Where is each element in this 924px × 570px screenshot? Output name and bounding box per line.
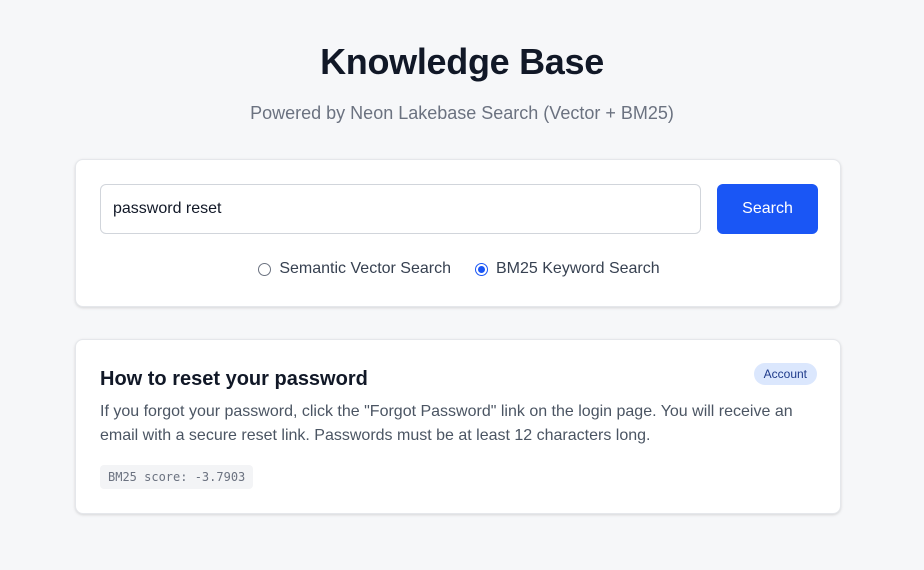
score-chip: BM25 score: -3.7903 — [100, 465, 254, 489]
result-card: How to reset your password Account If yo… — [75, 339, 841, 514]
search-mode-group: Semantic Vector Search BM25 Keyword Sear… — [76, 260, 842, 278]
semantic-vector-search-radio[interactable] — [258, 262, 272, 276]
page-title: Knowledge Base — [320, 41, 604, 82]
bm25-keyword-search-label: BM25 Keyword Search — [496, 260, 660, 277]
semantic-vector-search-option[interactable]: Semantic Vector Search — [258, 260, 451, 278]
page-subtitle: Powered by Neon Lakebase Search (Vector … — [250, 103, 674, 123]
search-button[interactable]: Search — [717, 184, 818, 234]
search-panel: Search Semantic Vector Search BM25 Keywo… — [75, 159, 841, 307]
result-title[interactable]: How to reset your password — [100, 366, 368, 392]
bm25-keyword-search-option[interactable]: BM25 Keyword Search — [475, 260, 660, 278]
result-body: If you forgot your password, click the "… — [100, 403, 793, 444]
search-input[interactable] — [100, 184, 701, 234]
bm25-keyword-search-radio[interactable] — [475, 262, 488, 276]
category-badge: Account — [753, 363, 817, 385]
semantic-vector-search-label: Semantic Vector Search — [279, 260, 451, 277]
